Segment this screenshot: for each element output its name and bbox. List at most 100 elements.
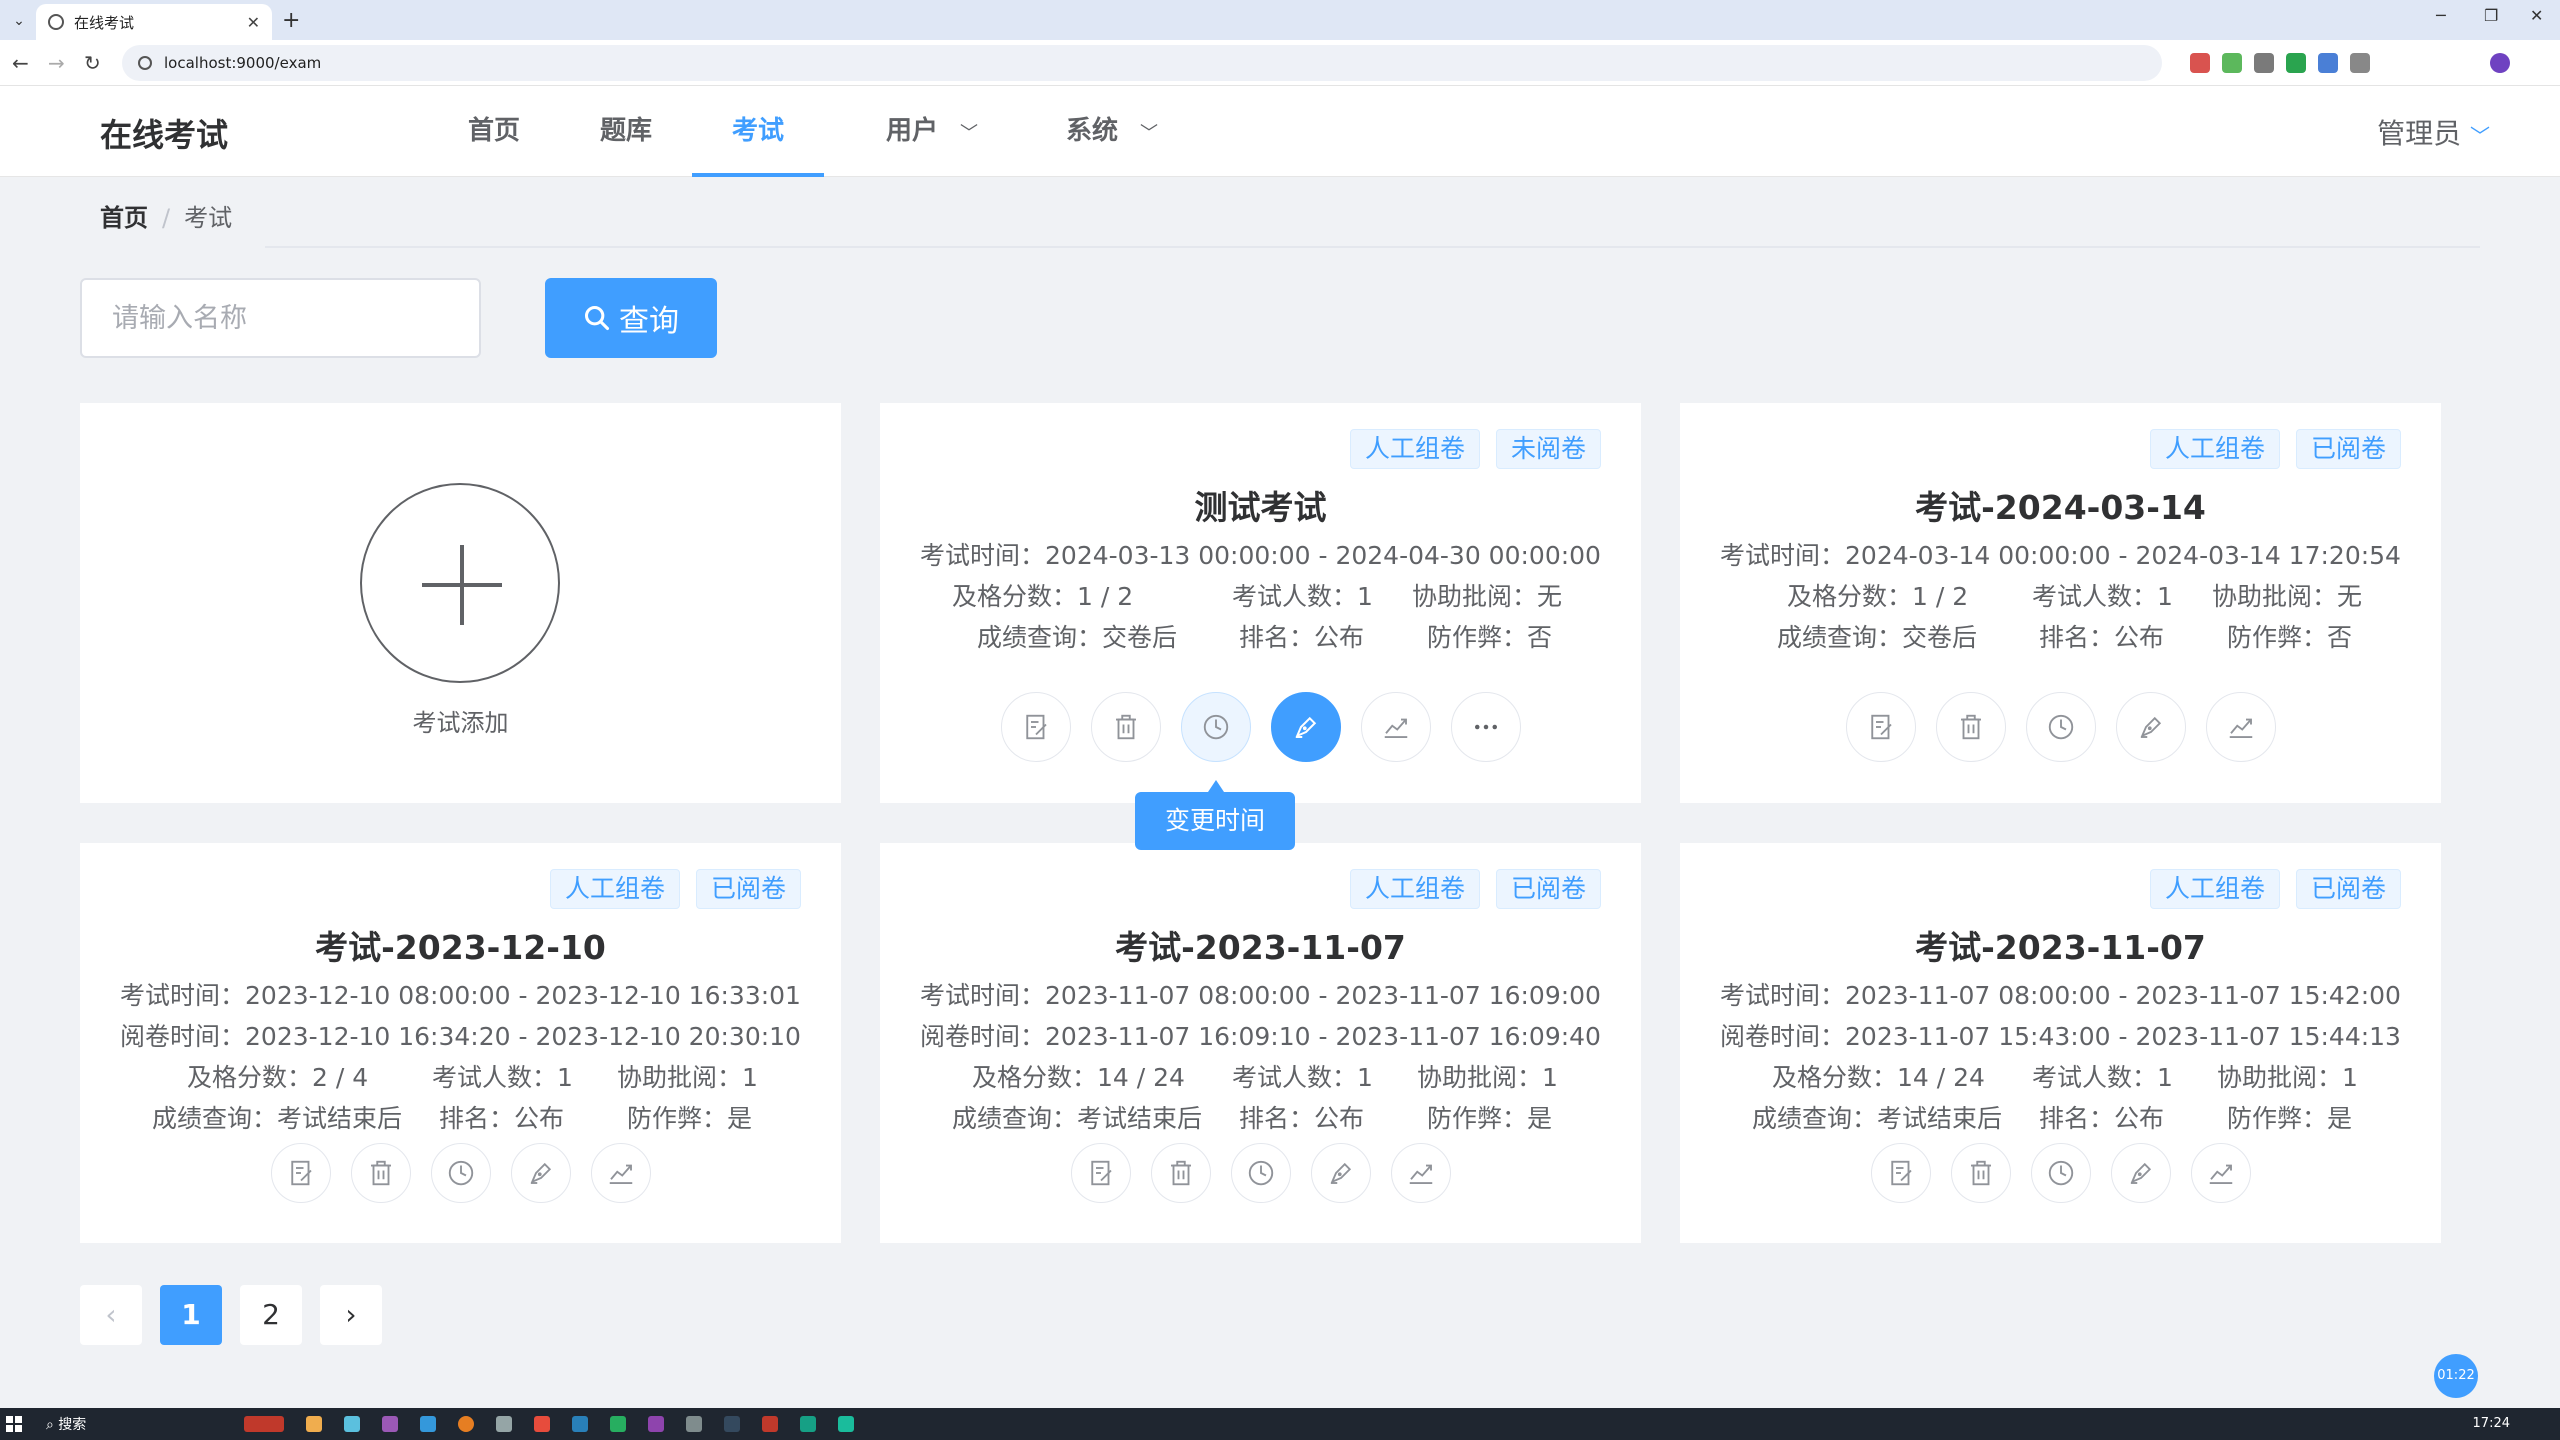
statistics-button[interactable] [1360, 692, 1431, 762]
nav-home[interactable]: 首页 [462, 86, 526, 177]
taskbar-app-icon[interactable] [344, 1416, 360, 1432]
pen-icon [529, 1162, 551, 1184]
delete-button[interactable] [1950, 1143, 2011, 1203]
search-button[interactable]: 查询 [545, 278, 717, 358]
chrome-icon[interactable] [458, 1416, 474, 1432]
taskbar-app-icon[interactable] [572, 1416, 588, 1432]
wechat-icon[interactable] [610, 1416, 626, 1432]
ranking: 排名：公布 [1239, 623, 1365, 652]
extension-icon[interactable] [2286, 53, 2306, 73]
score-query: 成绩查询：考试结束后 [952, 1104, 1203, 1133]
mark-button[interactable] [510, 1143, 571, 1203]
page-2[interactable]: 2 [240, 1285, 302, 1345]
taskbar-app-icon[interactable] [496, 1416, 512, 1432]
taskbar-app-icon[interactable] [686, 1416, 702, 1432]
taskbar-clock[interactable]: 17:24 [2473, 1416, 2510, 1431]
tag-group: 人工组卷 已阅卷 [549, 869, 801, 909]
breadcrumb: 首页 / 考试 [100, 198, 232, 233]
delete-button[interactable] [1935, 692, 2006, 762]
edit-button[interactable] [1000, 692, 1071, 762]
browser-tab[interactable]: 在线考试 ✕ [36, 4, 272, 40]
search-icon [584, 305, 610, 331]
mark-button[interactable] [1270, 692, 1341, 762]
taskbar-app-icon[interactable] [800, 1416, 816, 1432]
exam-card: 人工组卷 已阅卷 考试-2023-11-07 考试时间：2023-11-07 0… [880, 843, 1641, 1243]
close-tab-icon[interactable]: ✕ [247, 13, 260, 32]
taskbar-search[interactable]: ⌕ 搜索 [46, 1414, 86, 1434]
puzzle-icon[interactable] [2350, 53, 2370, 73]
mark-button[interactable] [2110, 1143, 2171, 1203]
restore-icon[interactable]: ❐ [2484, 6, 2498, 25]
search-input[interactable] [80, 278, 481, 358]
delete-button[interactable] [350, 1143, 411, 1203]
edit-button[interactable] [1845, 692, 1916, 762]
minimize-icon[interactable]: ─ [2436, 6, 2446, 25]
edit-button[interactable] [270, 1143, 331, 1203]
breadcrumb-home[interactable]: 首页 [100, 204, 148, 232]
taskbar-app-icon[interactable] [838, 1416, 854, 1432]
pass-score: 及格分数：2 / 4 [187, 1063, 369, 1092]
plus-icon[interactable] [360, 483, 560, 683]
taskbar-app-icon[interactable] [420, 1416, 436, 1432]
close-window-icon[interactable]: ✕ [2530, 6, 2543, 25]
statistics-button[interactable] [2190, 1143, 2251, 1203]
nav-users[interactable]: 用户 ﹀ [862, 86, 1002, 177]
reload-icon[interactable]: ↻ [84, 51, 101, 75]
nav-system[interactable]: 系统 ﹀ [1042, 86, 1182, 177]
assist-review: 协助批阅：无 [1412, 582, 1563, 611]
tab-list-chevron-icon[interactable]: ⌄ [8, 10, 30, 32]
exam-stats-row: 及格分数：14 / 24 考试人数：1 协助批阅：1 [880, 1058, 1641, 1092]
profile-avatar[interactable] [2490, 53, 2510, 73]
add-exam-card[interactable]: 考试添加 [80, 403, 841, 803]
change-time-button[interactable] [1180, 692, 1251, 762]
prev-page-button[interactable]: ‹ [80, 1285, 142, 1345]
statistics-button[interactable] [590, 1143, 651, 1203]
change-time-button[interactable] [2030, 1143, 2091, 1203]
taskbar-app-icon[interactable] [762, 1416, 778, 1432]
mark-button[interactable] [1310, 1143, 1371, 1203]
taskbar-app-icon[interactable] [648, 1416, 664, 1432]
taskbar-app-icon[interactable] [244, 1416, 284, 1432]
pass-score: 及格分数：14 / 24 [1772, 1063, 1985, 1092]
statistics-button[interactable] [2205, 692, 2276, 762]
forward-icon[interactable]: → [48, 51, 65, 75]
extension-icon[interactable] [2222, 53, 2242, 73]
change-time-button[interactable] [430, 1143, 491, 1203]
delete-button[interactable] [1150, 1143, 1211, 1203]
change-time-button[interactable] [2025, 692, 2096, 762]
page-1[interactable]: 1 [160, 1285, 222, 1345]
statistics-button[interactable] [1390, 1143, 1451, 1203]
edit-button[interactable] [1070, 1143, 1131, 1203]
edit-icon [290, 1160, 312, 1186]
taskbar-app-icon[interactable] [306, 1416, 322, 1432]
taskbar-app-icon[interactable] [724, 1416, 740, 1432]
tag-manual-paper: 人工组卷 [549, 869, 680, 909]
nav-question-bank[interactable]: 题库 [598, 86, 654, 177]
extension-icon[interactable] [2190, 53, 2210, 73]
more-button[interactable] [1450, 692, 1521, 762]
user-menu[interactable]: 管理员 ﹀ [2377, 112, 2490, 152]
tag-manual-paper: 人工组卷 [1349, 869, 1480, 909]
extension-icon[interactable] [2254, 53, 2274, 73]
chart-icon [609, 1164, 632, 1184]
mark-button[interactable] [2115, 692, 2186, 762]
next-page-button[interactable]: › [320, 1285, 382, 1345]
edit-button[interactable] [1870, 1143, 1931, 1203]
chart-icon [1384, 718, 1407, 738]
windows-start-icon[interactable] [6, 1416, 22, 1432]
taskbar-app-icon[interactable] [534, 1416, 550, 1432]
timer-badge[interactable]: 01:22 [2434, 1354, 2478, 1398]
new-tab-icon[interactable]: + [282, 8, 300, 33]
url-field[interactable]: localhost:9000/exam [122, 45, 2162, 81]
browser-tab-bar: ⌄ 在线考试 ✕ + ─ ❐ ✕ [0, 0, 2560, 40]
back-icon[interactable]: ← [12, 51, 29, 75]
nav-exam[interactable]: 考试 [692, 86, 824, 177]
change-time-button[interactable] [1230, 1143, 1291, 1203]
site-info-icon[interactable] [138, 56, 152, 70]
card-actions [880, 1143, 1641, 1203]
taskbar-app-icon[interactable] [382, 1416, 398, 1432]
mark-time: 阅卷时间：2023-12-10 16:34:20 - 2023-12-10 20… [120, 1022, 801, 1051]
exam-time: 考试时间：2024-03-14 00:00:00 - 2024-03-14 17… [1720, 541, 2401, 570]
delete-button[interactable] [1090, 692, 1161, 762]
extension-icon[interactable] [2318, 53, 2338, 73]
